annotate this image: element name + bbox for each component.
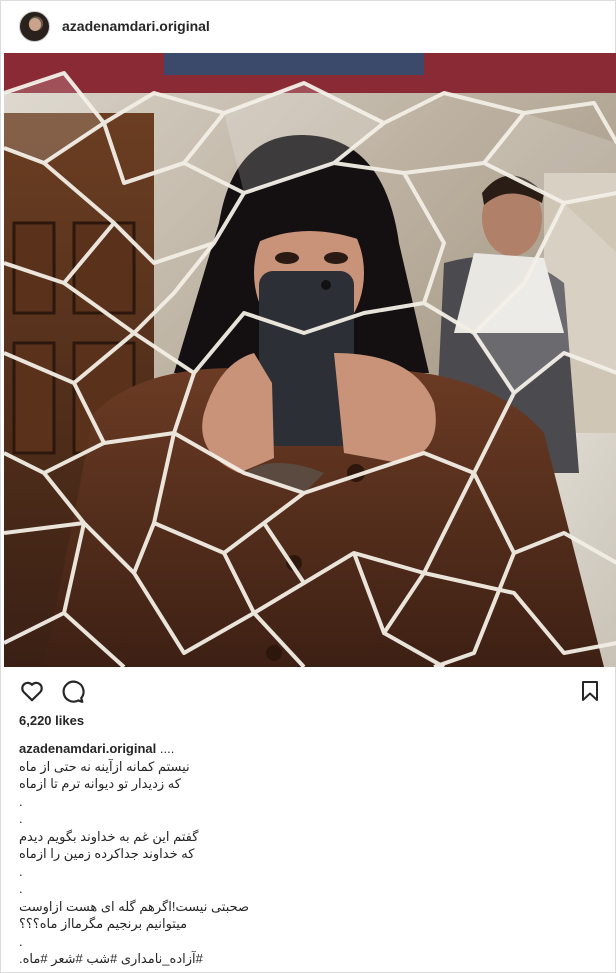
caption-line: که زدیدار تو دیوانه ترم تا ازماه xyxy=(19,776,181,791)
comment-bubble-icon xyxy=(59,678,85,704)
caption-line: صحبتی نیست!اگرهم گله ای هست ازاوست xyxy=(19,898,250,914)
save-button[interactable] xyxy=(575,676,605,706)
photo-image xyxy=(4,53,616,667)
caption-line: . xyxy=(19,933,23,949)
comment-button[interactable] xyxy=(57,676,87,706)
caption-hashtags[interactable]: #آزاده_نامداری #شب #شعر #ماه. xyxy=(19,950,599,968)
caption-line: . xyxy=(19,881,23,896)
caption-line: که خداوند جداکرده زمین را ازماه xyxy=(19,846,195,861)
post-actions xyxy=(1,676,616,710)
caption-ellipsis: .... xyxy=(156,741,175,756)
caption-line: نیستم کمانه ازآینه نه حتی از ماه xyxy=(19,758,190,774)
post-card: azadenamdari.original 6,220 likes azaden… xyxy=(0,0,616,973)
like-button[interactable] xyxy=(17,676,47,706)
bookmark-icon xyxy=(578,679,602,703)
post-header: azadenamdari.original xyxy=(1,1,616,51)
caption-line: . xyxy=(19,863,23,879)
caption-line: . xyxy=(19,793,23,809)
caption-line: . xyxy=(19,811,23,826)
post-caption: azadenamdari.original .... نیستم کمانه ا… xyxy=(19,740,599,968)
likes-count[interactable]: 6,220 likes xyxy=(19,713,84,728)
caption-username[interactable]: azadenamdari.original xyxy=(19,741,156,756)
post-username[interactable]: azadenamdari.original xyxy=(62,18,210,34)
avatar[interactable] xyxy=(19,10,50,42)
heart-icon xyxy=(19,678,45,704)
caption-line: میتوانیم برنجیم مگرمااز ماه؟؟؟ xyxy=(19,916,188,931)
caption-line: گفتم این غم به خداوند بگویم دیدم xyxy=(19,828,199,844)
post-photo[interactable] xyxy=(4,53,616,667)
